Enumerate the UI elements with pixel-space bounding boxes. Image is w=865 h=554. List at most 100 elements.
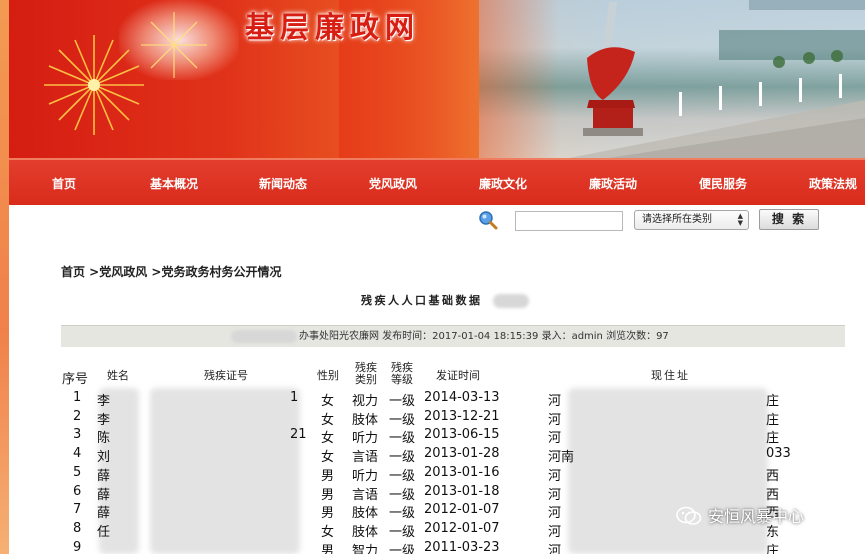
redacted-text bbox=[231, 330, 297, 343]
cell-issue-date: 2012-01-07 bbox=[424, 502, 500, 518]
firework-graphic bbox=[44, 35, 144, 135]
cell-seq: 2 bbox=[73, 408, 82, 424]
nav-item-integrity-culture[interactable]: 廉政文化 bbox=[479, 175, 527, 192]
cell-cert-tail: 1 bbox=[290, 390, 299, 405]
cell-address-end: 庄 bbox=[766, 431, 780, 447]
cell-disability-type: 智力 bbox=[352, 543, 379, 554]
cell-name: 薛 bbox=[97, 506, 111, 522]
cell-disability-type: 听力 bbox=[352, 431, 379, 447]
cell-address-end: 庄 bbox=[766, 412, 780, 428]
cell-address-end: 西 bbox=[766, 487, 780, 503]
nav-item-public-service[interactable]: 便民服务 bbox=[699, 175, 747, 192]
search-icon[interactable] bbox=[478, 210, 498, 230]
header-disability-type-line2: 类别 bbox=[355, 373, 377, 386]
redacted-cert-column bbox=[150, 388, 300, 554]
cell-name: 李 bbox=[97, 394, 111, 409]
header-disability-level: 残疾 等级 bbox=[391, 362, 413, 386]
watermark-text: 安恒风暴中心 bbox=[708, 507, 805, 526]
header-seq: 序号 bbox=[62, 372, 89, 387]
wechat-icon bbox=[676, 506, 702, 525]
cell-issue-date: 2011-03-23 bbox=[424, 539, 500, 554]
cell-disability-type: 言语 bbox=[352, 487, 379, 503]
cell-issue-date: 2013-06-15 bbox=[424, 427, 500, 443]
cell-gender: 女 bbox=[321, 524, 335, 540]
cell-address-end: 庄 bbox=[766, 394, 780, 409]
cell-issue-date: 2013-01-16 bbox=[424, 464, 500, 480]
cell-seq: 7 bbox=[73, 502, 82, 518]
cell-address-start: 河南 bbox=[548, 450, 575, 466]
cell-disability-type: 听力 bbox=[352, 468, 379, 484]
cell-address-end: 西 bbox=[766, 468, 780, 484]
cell-seq: 6 bbox=[73, 483, 82, 499]
cell-name: 刘 bbox=[97, 450, 111, 466]
firework-graphic-small bbox=[141, 12, 207, 78]
cell-gender: 男 bbox=[321, 543, 335, 554]
cell-disability-type: 肢体 bbox=[352, 524, 379, 540]
nav-item-news[interactable]: 新闻动态 bbox=[259, 175, 307, 192]
page-left-border bbox=[0, 0, 9, 554]
cell-disability-level: 一级 bbox=[389, 450, 416, 466]
cell-disability-level: 一级 bbox=[389, 543, 416, 554]
cell-address-start: 河 bbox=[548, 431, 562, 447]
cell-disability-type: 肢体 bbox=[352, 506, 379, 522]
cell-name: 任 bbox=[97, 524, 111, 540]
select-arrows-icon: ▲ ▼ bbox=[737, 212, 743, 227]
cell-name: 薛 bbox=[97, 487, 111, 503]
cell-address-start: 河 bbox=[548, 468, 562, 484]
nav-item-integrity-activities[interactable]: 廉政活动 bbox=[589, 175, 637, 192]
search-button[interactable]: 搜 索 bbox=[759, 209, 819, 230]
cell-seq: 5 bbox=[73, 464, 82, 480]
cell-gender: 女 bbox=[321, 394, 335, 409]
category-select[interactable]: 请选择所在类别 ▲ ▼ bbox=[634, 210, 749, 230]
category-select-value: 请选择所在类别 bbox=[642, 214, 712, 225]
cell-address-start: 河 bbox=[548, 543, 562, 554]
cell-address-end: 庄 bbox=[766, 543, 780, 554]
nav-item-overview[interactable]: 基本概况 bbox=[150, 175, 198, 192]
nav-item-home[interactable]: 首页 bbox=[52, 175, 76, 192]
site-banner: 基层廉政网 bbox=[9, 0, 865, 158]
cell-name: 李 bbox=[97, 412, 111, 428]
article-meta-bar: 办事处阳光农廉网 发布时间：2017-01-04 18:15:39 录入：adm… bbox=[61, 325, 845, 347]
cell-gender: 女 bbox=[321, 450, 335, 466]
article-title-text: 残疾人人口基础数据 bbox=[361, 294, 483, 307]
main-nav: 首页 基本概况 新闻动态 党风政风 廉政文化 廉政活动 便民服务 政策法规 bbox=[9, 158, 865, 205]
cell-gender: 男 bbox=[321, 468, 335, 484]
breadcrumb: 首页 >党风政风 >党务政务村务公开情况 bbox=[61, 265, 282, 279]
cell-address-start: 河 bbox=[548, 412, 562, 428]
plaza-sculpture-graphic bbox=[569, 0, 865, 158]
cell-disability-level: 一级 bbox=[389, 394, 416, 409]
cell-disability-type: 视力 bbox=[352, 394, 379, 409]
nav-item-party-conduct[interactable]: 党风政风 bbox=[369, 175, 417, 192]
cell-disability-level: 一级 bbox=[389, 468, 416, 484]
redacted-address-column bbox=[568, 388, 768, 554]
cell-issue-date: 2013-01-18 bbox=[424, 483, 500, 499]
cell-gender: 女 bbox=[321, 412, 335, 428]
article-title: 残疾人人口基础数据 bbox=[361, 292, 529, 308]
header-cert-no: 残疾证号 bbox=[204, 369, 248, 382]
cell-gender: 男 bbox=[321, 487, 335, 503]
header-name: 姓名 bbox=[107, 369, 129, 382]
cell-disability-level: 一级 bbox=[389, 524, 416, 540]
cell-seq: 3 bbox=[73, 427, 82, 443]
header-gender: 性别 bbox=[317, 369, 339, 382]
cell-address-start: 河 bbox=[548, 487, 562, 503]
search-input[interactable] bbox=[515, 211, 623, 231]
cell-disability-level: 一级 bbox=[389, 431, 416, 447]
cell-name: 陈 bbox=[97, 431, 111, 447]
header-disability-type: 残疾 类别 bbox=[355, 362, 377, 386]
cell-disability-level: 一级 bbox=[389, 412, 416, 428]
cell-seq: 1 bbox=[73, 390, 82, 405]
header-address: 现住址 bbox=[651, 369, 690, 382]
cell-seq: 9 bbox=[73, 539, 82, 554]
cell-issue-date: 2013-12-21 bbox=[424, 408, 500, 424]
cell-disability-type: 肢体 bbox=[352, 412, 379, 428]
cell-issue-date: 2013-01-28 bbox=[424, 446, 500, 462]
cell-gender: 女 bbox=[321, 431, 335, 447]
site-title: 基层廉政网 bbox=[245, 10, 421, 44]
nav-item-policies[interactable]: 政策法规 bbox=[809, 175, 857, 192]
cell-address-end: 033 bbox=[766, 446, 791, 462]
cell-disability-level: 一级 bbox=[389, 487, 416, 503]
cell-disability-type: 言语 bbox=[352, 450, 379, 466]
header-issue-date: 发证时间 bbox=[436, 369, 480, 382]
cell-issue-date: 2014-03-13 bbox=[424, 390, 500, 405]
